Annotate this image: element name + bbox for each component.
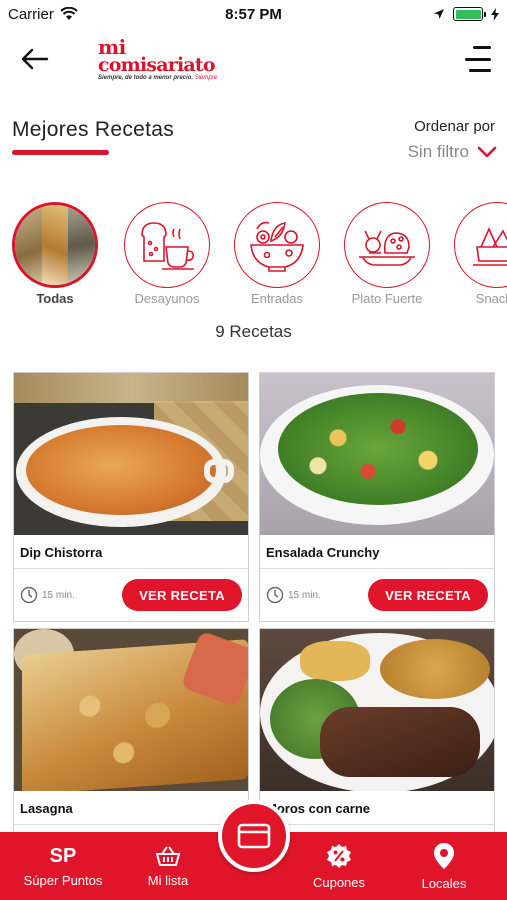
category-entradas-image	[234, 202, 320, 288]
card-scan-button[interactable]	[218, 800, 290, 872]
category-desayunos-image	[124, 202, 210, 288]
menu-icon-bar	[469, 69, 491, 72]
charging-bolt-icon	[491, 7, 499, 21]
sort-dropdown[interactable]: Sin filtro	[408, 142, 497, 162]
category-todas-image	[12, 202, 98, 288]
credit-card-icon	[237, 823, 271, 849]
logo-line-2: comisariato	[98, 54, 216, 76]
nav-label: Súper Puntos	[23, 872, 103, 888]
recipe-image	[260, 629, 494, 791]
super-puntos-icon: SP	[49, 844, 77, 867]
status-bar: Carrier 8:57 PM	[0, 0, 507, 28]
sort-label: Ordenar por	[414, 118, 495, 135]
menu-icon-bar	[465, 57, 491, 61]
nav-label: Locales	[421, 875, 467, 891]
coupon-icon	[327, 843, 351, 868]
main-dish-icon	[359, 230, 415, 266]
recipe-name: Moros con carne	[260, 791, 494, 825]
recipe-time: 15 min.	[266, 586, 321, 604]
category-entradas[interactable]: Entradas	[232, 202, 322, 306]
title-underline	[12, 150, 109, 155]
recipe-count: 9 Recetas	[215, 322, 292, 341]
nav-cupones[interactable]: Cupones	[296, 832, 382, 900]
nav-super-puntos[interactable]: SP Súper Puntos	[10, 832, 116, 900]
arrow-left-icon	[21, 48, 49, 70]
category-snacks-image	[454, 202, 507, 288]
wifi-icon	[60, 7, 78, 20]
category-snacks[interactable]: Snacks	[452, 202, 507, 306]
chevron-down-icon	[477, 146, 497, 158]
snack-icon	[473, 227, 507, 266]
logo-tagline-text: Siempre, de todo a menor precio.	[98, 75, 194, 81]
recipe-image	[14, 373, 248, 535]
view-recipe-button[interactable]: VER RECETA	[122, 579, 242, 611]
clock-icon	[266, 586, 284, 604]
carrier-label: Carrier	[8, 5, 54, 23]
battery-icon	[453, 7, 486, 21]
category-plato-fuerte[interactable]: Plato Fuerte	[342, 202, 432, 306]
view-recipe-button[interactable]: VER RECETA	[368, 579, 488, 611]
category-label: Desayunos	[134, 291, 200, 306]
breakfast-icon	[141, 222, 194, 270]
recipe-footer: 15 min. VER RECETA	[14, 569, 248, 621]
recipe-image	[14, 629, 248, 791]
recipe-name: Ensalada Crunchy	[260, 535, 494, 569]
nav-label: Mi lista	[147, 872, 189, 888]
recipe-time-text: 15 min.	[42, 589, 75, 601]
recipe-name: Dip Chistorra	[14, 535, 248, 569]
carrier-info: Carrier	[8, 6, 78, 23]
app-header: mi comisariato Siempre, de todo a menor …	[0, 30, 507, 94]
recipe-image	[260, 373, 494, 535]
category-todas[interactable]: Todas	[10, 202, 100, 306]
nav-label: Cupones	[312, 874, 366, 890]
recipe-time: 15 min.	[20, 586, 75, 604]
nav-locales[interactable]: Locales	[404, 832, 484, 900]
logo-tagline-accent: Siempre	[194, 75, 218, 81]
recipe-time-text: 15 min.	[288, 589, 321, 601]
status-right	[433, 7, 499, 21]
back-button[interactable]	[18, 44, 52, 74]
recipe-footer: 15 min. VER RECETA	[260, 569, 494, 621]
category-label: Todas	[36, 291, 74, 306]
sort-value: Sin filtro	[407, 142, 469, 161]
brand-logo[interactable]: mi comisariato Siempre, de todo a menor …	[98, 37, 217, 88]
category-plato-fuerte-image	[344, 202, 430, 288]
recipe-name: Lasagna	[14, 791, 248, 825]
category-carousel[interactable]: Todas Desayunos Entradas Plato Fuerte Sn…	[0, 202, 507, 312]
category-desayunos[interactable]: Desayunos	[122, 202, 212, 306]
basket-icon	[155, 845, 181, 866]
logo-tagline: Siempre, de todo a menor precio. Siempre	[98, 75, 217, 81]
category-label: Plato Fuerte	[351, 291, 423, 306]
nav-mi-lista[interactable]: Mi lista	[128, 832, 208, 900]
recipe-card-dip-chistorra[interactable]: Dip Chistorra 15 min. VER RECETA	[13, 372, 249, 622]
menu-icon-bar	[473, 46, 491, 49]
clock-icon	[20, 586, 38, 604]
category-label: Snacks	[475, 291, 507, 306]
menu-button[interactable]	[461, 46, 491, 72]
salad-icon	[250, 221, 304, 272]
page-title: Mejores Recetas	[12, 118, 175, 141]
location-arrow-icon	[434, 9, 444, 19]
category-label: Entradas	[250, 291, 304, 306]
food-photo	[15, 205, 95, 285]
location-pin-icon	[434, 842, 454, 869]
recipe-card-ensalada-crunchy[interactable]: Ensalada Crunchy 15 min. VER RECETA	[259, 372, 495, 622]
